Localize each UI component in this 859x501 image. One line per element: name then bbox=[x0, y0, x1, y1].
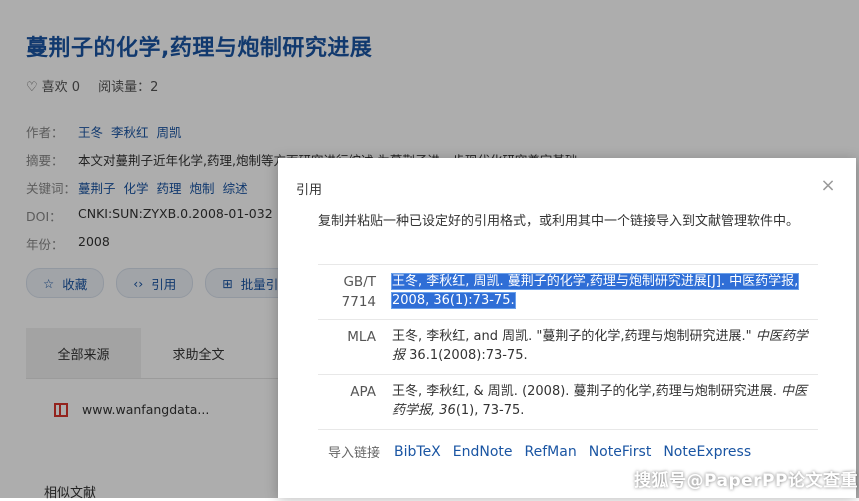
refman-link[interactable]: RefMan bbox=[525, 444, 577, 460]
citation-dialog: 引用 × 复制并粘贴一种已设定好的引用格式，或利用其中一个链接导入到文献管理软件… bbox=[278, 158, 856, 498]
citation-format-label: MLA bbox=[347, 329, 376, 345]
citation-table: GB/T 7714 王冬, 李秋红, 周凯. 蔓荆子的化学,药理与炮制研究进展[… bbox=[318, 264, 818, 430]
watermark: 搜狐号@PaperPP论文查重 bbox=[634, 471, 858, 491]
citation-format-label: APA bbox=[350, 384, 376, 400]
citation-row-apa: APA 王冬, 李秋红, & 周凯. (2008). 蔓荆子的化学,药理与炮制研… bbox=[318, 375, 818, 430]
dialog-title: 引用 bbox=[296, 183, 323, 198]
citation-format-label: GB/T 7714 bbox=[341, 274, 376, 310]
import-links-row: 导入链接 BibTeX EndNote RefMan NoteFirst Not… bbox=[328, 442, 751, 462]
import-label: 导入链接 bbox=[328, 446, 381, 461]
citation-text-apa[interactable]: 王冬, 李秋红, & 周凯. (2008). 蔓荆子的化学,药理与炮制研究进展.… bbox=[384, 375, 818, 429]
notefirst-link[interactable]: NoteFirst bbox=[589, 444, 652, 460]
citation-row-mla: MLA 王冬, 李秋红, and 周凯. "蔓荆子的化学,药理与炮制研究进展."… bbox=[318, 320, 818, 375]
endnote-link[interactable]: EndNote bbox=[453, 444, 513, 460]
dialog-instruction: 复制并粘贴一种已设定好的引用格式，或利用其中一个链接导入到文献管理软件中。 bbox=[318, 214, 800, 229]
citation-text-gbt[interactable]: 王冬, 李秋红, 周凯. 蔓荆子的化学,药理与炮制研究进展[J]. 中医药学报,… bbox=[384, 265, 818, 319]
bibtex-link[interactable]: BibTeX bbox=[394, 444, 441, 460]
citation-text-mla[interactable]: 王冬, 李秋红, and 周凯. "蔓荆子的化学,药理与炮制研究进展." 中医药… bbox=[384, 320, 818, 374]
selected-citation[interactable]: 王冬, 李秋红, 周凯. 蔓荆子的化学,药理与炮制研究进展[J]. 中医药学报,… bbox=[390, 273, 800, 309]
citation-row-gbt: GB/T 7714 王冬, 李秋红, 周凯. 蔓荆子的化学,药理与炮制研究进展[… bbox=[318, 265, 818, 320]
noteexpress-link[interactable]: NoteExpress bbox=[663, 444, 751, 460]
close-icon[interactable]: × bbox=[820, 177, 836, 195]
